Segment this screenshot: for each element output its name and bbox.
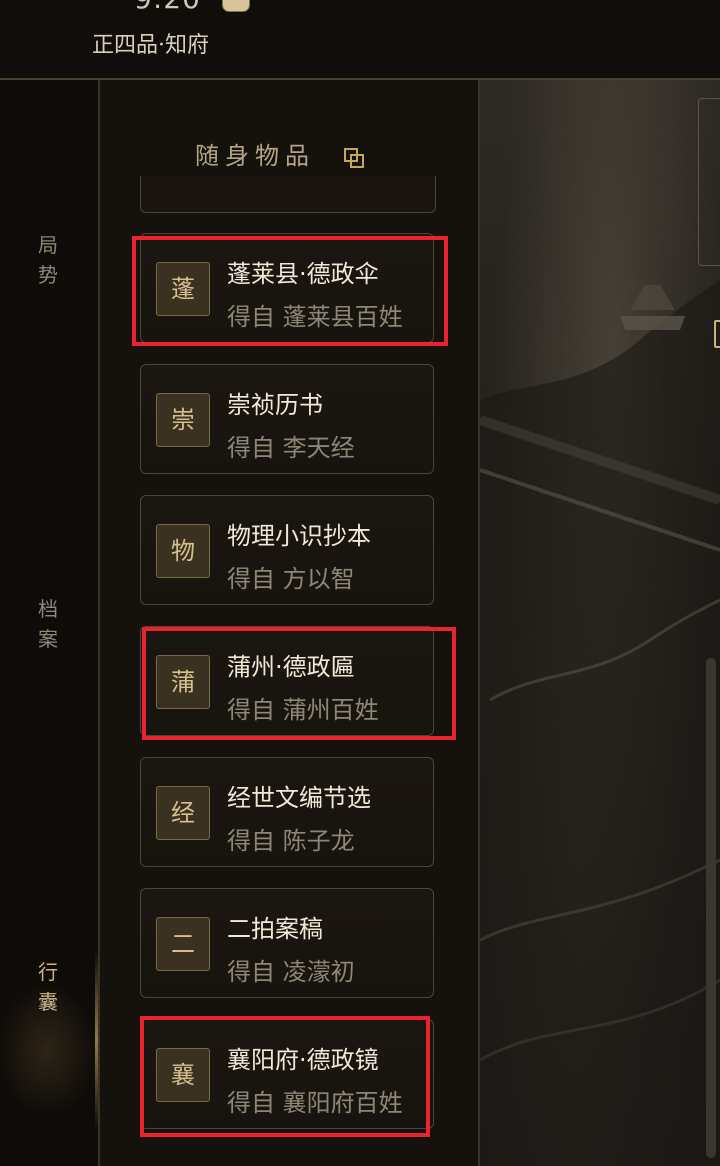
item-source: 得自 李天经 (227, 434, 355, 462)
scene-illustration (480, 280, 720, 1166)
item-seal-icon: 崇 (156, 393, 210, 447)
app-screen: 9:20 正四品·知府 局 势 档 案 行 囊 随身物品 蓬 蓬莱县·德政伞 得… (0, 0, 720, 1166)
list-item[interactable]: 崇 崇祯历书 得自 李天经 (140, 364, 434, 474)
item-seal-icon: 蒲 (156, 655, 210, 709)
item-name: 蒲州·德政匾 (227, 653, 355, 681)
item-source: 得自 方以智 (227, 565, 355, 593)
nav-active-indicator (95, 950, 98, 1130)
top-header: 9:20 正四品·知府 (0, 0, 720, 80)
scene-frame (698, 98, 720, 266)
background-scene (480, 80, 720, 1166)
nav-item-label: 局 势 (38, 233, 58, 287)
status-time: 9:20 (134, 0, 201, 15)
item-name: 经世文编节选 (227, 784, 371, 812)
nav-item-label: 行 囊 (38, 960, 58, 1014)
item-name: 襄阳府·德政镜 (227, 1046, 379, 1074)
left-nav: 局 势 档 案 行 囊 (0, 80, 100, 1166)
item-source: 得自 蓬莱县百姓 (227, 303, 403, 331)
item-source: 得自 襄阳府百姓 (227, 1089, 403, 1117)
list-item[interactable]: 襄 襄阳府·德政镜 得自 襄阳府百姓 (140, 1019, 434, 1129)
nav-item-luggage[interactable]: 行 囊 (30, 957, 66, 1017)
item-seal-icon: 物 (156, 524, 210, 578)
nav-item-situation[interactable]: 局 势 (30, 230, 66, 290)
panel-title: 随身物品 (195, 142, 315, 170)
list-item[interactable]: 蓬 蓬莱县·德政伞 得自 蓬莱县百姓 (140, 233, 434, 343)
item-name: 二拍案稿 (227, 915, 323, 943)
items-panel: 随身物品 蓬 蓬莱县·德政伞 得自 蓬莱县百姓 崇 崇祯历书 得自 李天经 物 … (100, 80, 480, 1166)
list-item[interactable]: 物 物理小识抄本 得自 方以智 (140, 495, 434, 605)
list-item[interactable]: 二 二拍案稿 得自 凌濛初 (140, 888, 434, 998)
list-item[interactable]: 经 经世文编节选 得自 陈子龙 (140, 757, 434, 867)
official-rank: 正四品·知府 (92, 33, 209, 58)
nav-item-archives[interactable]: 档 案 (30, 594, 66, 654)
item-source: 得自 蒲州百姓 (227, 696, 379, 724)
status-badge-icon (222, 0, 250, 12)
item-seal-icon: 经 (156, 786, 210, 840)
scene-scrollbar[interactable] (706, 658, 716, 1158)
item-seal-icon: 襄 (156, 1048, 210, 1102)
item-seal-icon: 二 (156, 917, 210, 971)
list-item-partial (140, 176, 436, 213)
nav-item-label: 档 案 (38, 597, 58, 651)
item-name: 蓬莱县·德政伞 (227, 260, 379, 288)
list-item[interactable]: 蒲 蒲州·德政匾 得自 蒲州百姓 (140, 626, 434, 736)
scene-marker-icon (714, 320, 720, 348)
item-name: 崇祯历书 (227, 391, 323, 419)
item-source: 得自 陈子龙 (227, 827, 355, 855)
copy-icon[interactable] (342, 146, 366, 170)
item-seal-icon: 蓬 (156, 262, 210, 316)
item-source: 得自 凌濛初 (227, 958, 355, 986)
item-name: 物理小识抄本 (227, 522, 371, 550)
